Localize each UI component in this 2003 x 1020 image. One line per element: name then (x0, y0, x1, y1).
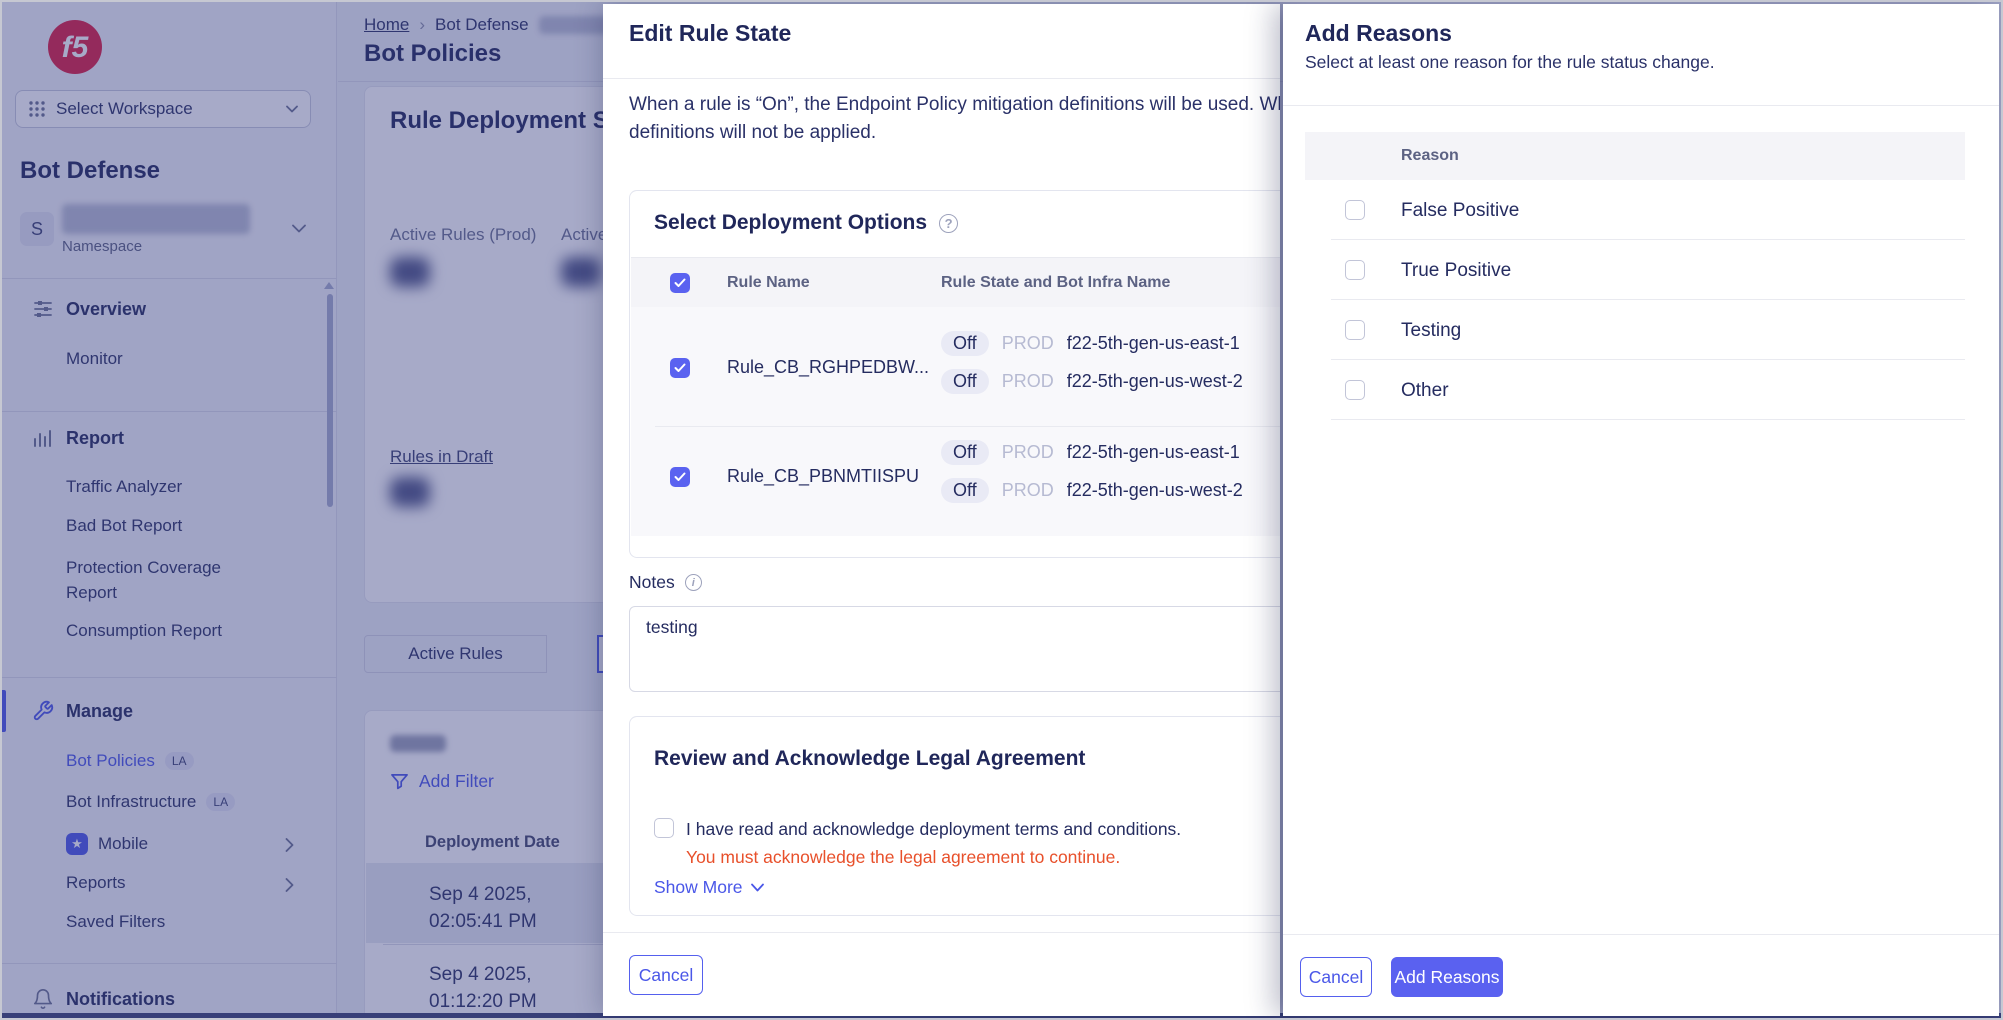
help-icon[interactable]: ? (939, 214, 958, 233)
drawer-subtitle: Select at least one reason for the rule … (1305, 52, 1715, 73)
row-divider (1331, 419, 1965, 420)
notes-input[interactable]: testing (629, 606, 1280, 692)
show-more-link[interactable]: Show More (654, 877, 764, 898)
column-header-reason: Reason (1401, 147, 1459, 165)
legal-agreement-card: Review and Acknowledge Legal Agreement I… (629, 716, 1280, 916)
legal-title: Review and Acknowledge Legal Agreement (654, 747, 1085, 771)
row-divider (655, 426, 1280, 427)
reason-row[interactable]: Other (1305, 360, 1965, 420)
reason-checkbox[interactable] (1345, 380, 1365, 400)
rule-state-pill: Off (941, 369, 989, 394)
reason-row[interactable]: True Positive (1305, 240, 1965, 300)
deployment-entry: Off PROD f22-5th-gen-us-east-1 (941, 440, 1240, 465)
app-screen: f5 Select Workspace Bot Defense S Namesp… (0, 0, 2003, 1020)
rule-state-pill: Off (941, 440, 989, 465)
reasons-table-header: Reason (1305, 132, 1965, 180)
modal-intro-line2: definitions will not be applied. (629, 122, 876, 144)
select-all-checkbox[interactable] (670, 273, 690, 293)
modal-intro-line1: When a rule is “On”, the Endpoint Policy… (629, 94, 1280, 116)
reason-label: True Positive (1401, 260, 1511, 282)
options-table-body: Rule_CB_RGHPEDBW... Off PROD f22-5th-gen… (631, 307, 1280, 536)
reason-row[interactable]: Testing (1305, 300, 1965, 360)
deployment-entry: Off PROD f22-5th-gen-us-east-1 (941, 331, 1240, 356)
reason-label: Other (1401, 380, 1449, 402)
cancel-button[interactable]: Cancel (629, 955, 703, 995)
env-label: PROD (1002, 480, 1054, 501)
legal-error-text: You must acknowledge the legal agreement… (686, 847, 1120, 868)
notes-label: Notes (629, 572, 675, 593)
infra-name: f22-5th-gen-us-west-2 (1067, 371, 1243, 392)
rule-name: Rule_CB_RGHPEDBW... (727, 357, 929, 378)
add-reasons-submit-button[interactable]: Add Reasons (1391, 957, 1503, 997)
reason-checkbox[interactable] (1345, 320, 1365, 340)
legal-checkbox[interactable] (654, 818, 674, 838)
env-label: PROD (1002, 442, 1054, 463)
cancel-button-label: Cancel (639, 965, 693, 986)
infra-name: f22-5th-gen-us-east-1 (1067, 442, 1240, 463)
show-more-label: Show More (654, 877, 743, 898)
rule-state-pill: Off (941, 331, 989, 356)
rule-name: Rule_CB_PBNMTIISPU (727, 466, 919, 487)
rule-checkbox[interactable] (670, 467, 690, 487)
reason-label: False Positive (1401, 200, 1519, 222)
reason-label: Testing (1401, 320, 1461, 342)
drawer-title: Add Reasons (1305, 20, 1452, 47)
modal-title: Edit Rule State (629, 20, 791, 47)
column-header-rule-name: Rule Name (727, 274, 810, 292)
legal-checkbox-label: I have read and acknowledge deployment t… (686, 819, 1181, 840)
submit-button-label: Add Reasons (1394, 967, 1499, 988)
drawer-header-divider (1283, 105, 1999, 106)
infra-name: f22-5th-gen-us-west-2 (1067, 480, 1243, 501)
add-reasons-drawer: Add Reasons Select at least one reason f… (1283, 4, 1999, 1016)
notes-label-row: Notes i (629, 572, 702, 593)
deployment-entry: Off PROD f22-5th-gen-us-west-2 (941, 478, 1243, 503)
env-label: PROD (1002, 333, 1054, 354)
deployment-options-card: Select Deployment Options ? Rule Name Ru… (629, 190, 1280, 558)
edit-rule-state-modal: Edit Rule State When a rule is “On”, the… (603, 4, 1280, 1016)
info-icon[interactable]: i (685, 574, 702, 591)
options-card-title: Select Deployment Options (654, 211, 927, 235)
reason-row[interactable]: False Positive (1305, 180, 1965, 240)
drawer-footer-divider (1283, 934, 1999, 935)
drawer-cancel-button[interactable]: Cancel (1300, 957, 1372, 997)
cancel-button-label: Cancel (1309, 967, 1363, 988)
reason-checkbox[interactable] (1345, 260, 1365, 280)
reason-checkbox[interactable] (1345, 200, 1365, 220)
rule-state-pill: Off (941, 478, 989, 503)
options-table-header: Rule Name Rule State and Bot Infra Name (631, 257, 1280, 307)
rule-checkbox[interactable] (670, 358, 690, 378)
env-label: PROD (1002, 371, 1054, 392)
deployment-entry: Off PROD f22-5th-gen-us-west-2 (941, 369, 1243, 394)
column-header-rule-state: Rule State and Bot Infra Name (941, 274, 1170, 292)
modal-footer-divider (603, 932, 1280, 933)
options-card-header: Select Deployment Options ? (654, 211, 958, 235)
infra-name: f22-5th-gen-us-east-1 (1067, 333, 1240, 354)
modal-header-divider (603, 78, 1280, 79)
